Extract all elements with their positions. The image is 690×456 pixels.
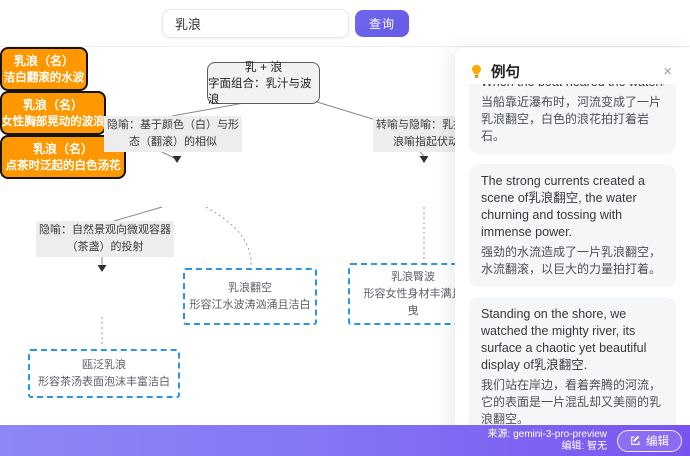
panel-title: 例句 xyxy=(491,61,659,82)
example-card: When the boat neared the waterfall, the … xyxy=(469,84,676,154)
example-card: The strong currents created a scene of乳浪… xyxy=(469,164,676,287)
sense-node-white-waves[interactable]: 乳浪（名） 洁白翻滚的水波 xyxy=(0,47,88,91)
sense-node-tea-foam-def: 点茶时泛起的白色汤花 xyxy=(6,158,121,174)
sense-node-body-waves-title: 乳浪（名） xyxy=(23,97,83,114)
example-card: Standing on the shore, we watched the mi… xyxy=(469,297,676,437)
sense-node-white-waves-title: 乳浪（名） xyxy=(14,53,74,70)
idiom-tunbo-def-line1: 形容女性身材丰满且 xyxy=(364,286,463,303)
idiom-tunbo-def-line2: 曳 xyxy=(408,303,419,320)
sense-node-tea-foam-title: 乳浪（名） xyxy=(33,141,93,158)
search-button[interactable]: 查询 xyxy=(355,10,409,37)
idiom-fankong-title: 乳浪翻空 xyxy=(228,280,272,297)
sense-node-white-waves-def: 洁白翻滚的水波 xyxy=(4,70,85,86)
app-window: 查询 乳 + 浪 字面组 xyxy=(0,0,690,456)
attribution-footer-bar: 来源: gemini-3-pro-preview 编辑: 智无 编辑 xyxy=(0,425,690,456)
sense-node-body-waves-def: 女性胸部晃动的波浪 xyxy=(1,114,105,130)
root-node-subtitle: 字面组合：乳汁与波浪 xyxy=(208,76,319,108)
edge-label-color-metaphor: 隐喻：基于颜色（白）与形态（翻滚）的相似 xyxy=(104,116,242,152)
pencil-edit-icon xyxy=(630,435,641,446)
example-chinese: 我们站在岸边，看着奔腾的河流，它的表面是一片混乱却又美丽的乳浪翻空。 xyxy=(481,377,664,428)
edit-button-label: 编辑 xyxy=(646,433,669,449)
idiom-tunbo-title: 乳浪臀波 xyxy=(391,269,435,286)
idiom-oufan-def: 形容茶汤表面泡沫丰富洁白 xyxy=(38,374,170,391)
source-label: 来源: gemini-3-pro-preview xyxy=(488,429,607,441)
sense-node-body-waves[interactable]: 乳浪（名） 女性胸部晃动的波浪 xyxy=(0,91,106,135)
example-card-list[interactable]: When the boat neared the waterfall, the … xyxy=(469,84,676,456)
search-input[interactable] xyxy=(162,9,349,38)
example-english: When the boat neared the waterfall, the … xyxy=(481,84,664,91)
example-english: Standing on the shore, we watched the mi… xyxy=(481,306,664,374)
lightbulb-icon xyxy=(469,64,484,79)
root-node-title: 乳 + 浪 xyxy=(245,59,283,76)
example-english: The strong currents created a scene of乳浪… xyxy=(481,173,664,241)
clipped-english-line: When the boat neared the waterfall, the … xyxy=(481,84,664,91)
example-chinese: 强劲的水流造成了一片乳浪翻空，水流翻滚，以巨大的力量拍打着。 xyxy=(481,244,664,278)
idiom-oufan-title: 瓯泛乳浪 xyxy=(82,357,126,374)
top-search-bar: 查询 xyxy=(0,0,690,47)
idiom-node-oufan-rulang[interactable]: 瓯泛乳浪 形容茶汤表面泡沫丰富洁白 xyxy=(28,349,180,398)
example-sentences-panel: 例句 × When the boat neared the waterfall,… xyxy=(455,48,690,456)
editor-label: 编辑: 智无 xyxy=(488,441,607,453)
example-chinese: 当船靠近瀑布时，河流变成了一片乳浪翻空，白色的浪花拍打着岩石。 xyxy=(481,94,664,145)
close-icon[interactable]: × xyxy=(659,63,676,81)
attribution-text: 来源: gemini-3-pro-preview 编辑: 智无 xyxy=(488,429,607,453)
root-node-literal-combination[interactable]: 乳 + 浪 字面组合：乳汁与波浪 xyxy=(207,62,320,104)
edit-button[interactable]: 编辑 xyxy=(617,430,682,452)
idiom-fankong-def: 形容江水波涛汹涌且洁白 xyxy=(190,297,311,314)
idiom-node-rulang-fankong[interactable]: 乳浪翻空 形容江水波涛汹涌且洁白 xyxy=(183,268,317,325)
edge-label-tea-metaphor: 隐喻：自然景观向微观容器（茶盏）的投射 xyxy=(36,221,174,257)
